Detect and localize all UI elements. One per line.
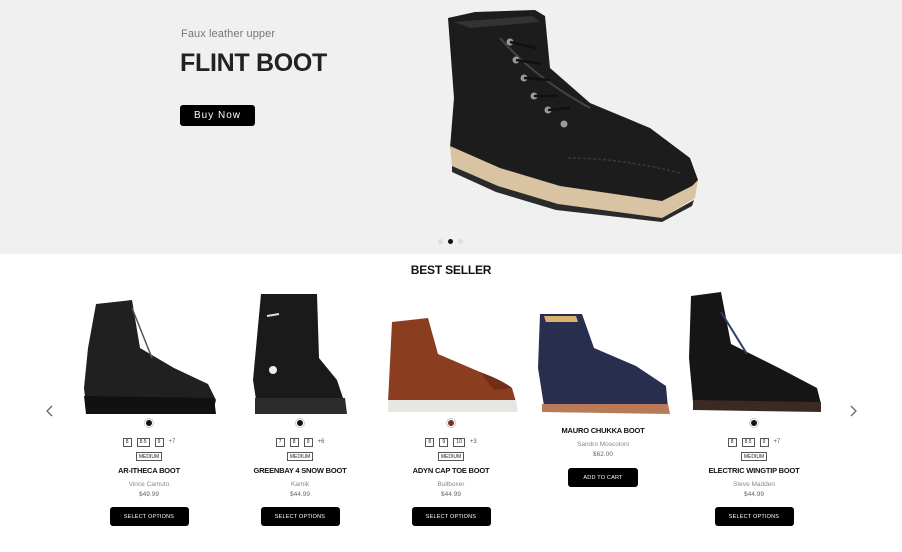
size-options: 7 8 9 +6 — [233, 437, 367, 447]
product-price: $44.99 — [441, 491, 461, 498]
more-sizes[interactable]: +7 — [169, 439, 176, 445]
more-sizes[interactable]: +6 — [318, 439, 325, 445]
chevron-left-icon[interactable] — [42, 403, 56, 419]
size-option[interactable]: 9 — [303, 437, 313, 447]
color-swatch[interactable] — [295, 418, 305, 428]
product-card[interactable]: MAURO CHUKKA BOOT Sandro Moscoloni $62.0… — [536, 288, 670, 487]
product-price: $49.99 — [139, 491, 159, 498]
product-name[interactable]: ADYN CAP TOE BOOT — [384, 466, 518, 475]
select-options-button[interactable]: SELECT OPTIONS — [714, 507, 794, 526]
product-brand: Vince Camuto — [128, 481, 170, 488]
select-options-button[interactable]: SELECT OPTIONS — [109, 507, 189, 526]
select-options-button[interactable]: SELECT OPTIONS — [411, 507, 491, 526]
product-name[interactable]: GREENBAY 4 SNOW BOOT — [233, 466, 367, 475]
select-options-button[interactable]: SELECT OPTIONS — [260, 507, 340, 526]
size-options: 8 8.5 9 +7 — [687, 437, 821, 447]
size-option[interactable]: 8 — [727, 437, 737, 447]
product-brand: Sandro Moscoloni — [576, 441, 630, 448]
add-to-cart-button[interactable]: ADD TO CART — [568, 468, 638, 487]
size-options: 8 9 10 +3 — [384, 437, 518, 447]
width-option[interactable]: MEDIUM — [287, 452, 313, 461]
product-card[interactable]: 8 9 10 +3 MEDIUM ADYN CAP TOE BOOT Bullb… — [384, 288, 518, 526]
product-card[interactable]: 8 8.5 9 +7 MEDIUM ELECTRIC WINGTIP BOOT … — [687, 288, 821, 526]
size-option[interactable]: 8.5 — [136, 437, 150, 447]
swatch-fill — [146, 420, 152, 426]
hero-boot-image — [448, 10, 698, 222]
product-brand: Kamik — [290, 481, 310, 488]
swatch-fill — [297, 420, 303, 426]
product-image[interactable] — [233, 288, 367, 418]
width-option[interactable]: MEDIUM — [741, 452, 767, 461]
product-image[interactable] — [536, 288, 670, 418]
slider-dots — [438, 239, 463, 244]
size-option[interactable]: 7 — [275, 437, 285, 447]
size-option[interactable]: 9 — [759, 437, 769, 447]
slider-dot-active[interactable] — [448, 239, 453, 244]
more-sizes[interactable]: +7 — [774, 439, 781, 445]
hero-subtitle: Faux leather upper — [181, 28, 276, 40]
more-sizes[interactable]: +3 — [470, 439, 477, 445]
product-price: $44.99 — [290, 491, 310, 498]
buy-now-button[interactable]: Buy Now — [180, 105, 255, 126]
product-price: $44.99 — [744, 491, 764, 498]
size-option[interactable]: 10 — [453, 437, 465, 447]
size-option[interactable]: 8 — [425, 437, 435, 447]
section-title: BEST SELLER — [410, 263, 492, 277]
color-swatch[interactable] — [144, 418, 154, 428]
product-card[interactable]: 8 8.5 9 +7 MEDIUM AR-ITHECA BOOT Vince C… — [82, 288, 216, 526]
product-brand: Steve Madden — [733, 481, 775, 488]
width-option[interactable]: MEDIUM — [136, 452, 162, 461]
product-image[interactable] — [384, 288, 518, 418]
size-option[interactable]: 8.5 — [741, 437, 755, 447]
color-swatch[interactable] — [446, 418, 456, 428]
size-option[interactable]: 9 — [154, 437, 164, 447]
size-option[interactable]: 8 — [122, 437, 132, 447]
width-option[interactable]: MEDIUM — [438, 452, 464, 461]
slider-dot[interactable] — [458, 239, 463, 244]
product-image[interactable] — [82, 288, 216, 418]
swatch-fill — [751, 420, 757, 426]
product-name[interactable]: ELECTRIC WINGTIP BOOT — [687, 466, 821, 475]
product-card[interactable]: 7 8 9 +6 MEDIUM GREENBAY 4 SNOW BOOT Kam… — [233, 288, 367, 526]
product-name[interactable]: MAURO CHUKKA BOOT — [536, 426, 670, 435]
color-swatch[interactable] — [749, 418, 759, 428]
product-name[interactable]: AR-ITHECA BOOT — [82, 466, 216, 475]
product-brand: Bullboxer — [437, 481, 465, 488]
size-options: 8 8.5 9 +7 — [82, 437, 216, 447]
hero-title: FLINT BOOT — [180, 49, 327, 77]
hero-banner: Faux leather upper FLINT BOOT Buy Now — [0, 0, 902, 254]
size-option[interactable]: 9 — [439, 437, 449, 447]
product-image[interactable] — [687, 288, 821, 418]
slider-dot[interactable] — [438, 239, 443, 244]
swatch-fill — [448, 420, 454, 426]
size-option[interactable]: 8 — [289, 437, 299, 447]
chevron-right-icon[interactable] — [847, 403, 861, 419]
product-price: $62.00 — [593, 451, 613, 458]
